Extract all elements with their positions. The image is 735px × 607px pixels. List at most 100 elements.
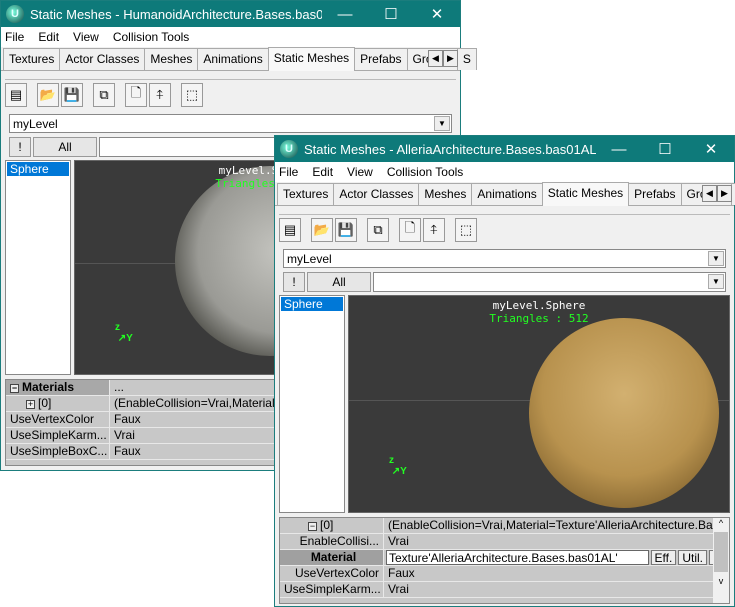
menu-file[interactable]: File xyxy=(279,165,298,179)
browser-button[interactable]: ▤ xyxy=(5,83,27,107)
menu-edit[interactable]: Edit xyxy=(312,165,333,179)
save-icon: 💾 xyxy=(337,222,355,237)
property-row[interactable]: UseVertexColor Faux xyxy=(280,566,729,582)
filter-bang-button[interactable]: ! xyxy=(283,272,305,292)
expand-icon[interactable]: − xyxy=(10,384,19,393)
menu-bar: File Edit View Collision Tools xyxy=(1,27,460,47)
list-item[interactable]: Sphere xyxy=(7,162,69,176)
prop-key: [0] xyxy=(38,396,52,410)
menu-collision-tools[interactable]: Collision Tools xyxy=(387,165,463,179)
chevron-down-icon[interactable]: ▼ xyxy=(434,116,450,131)
tab-scroll-left-icon[interactable]: ◀ xyxy=(702,185,717,202)
package-dropdown[interactable]: myLevel ▼ xyxy=(283,249,726,268)
new-button[interactable]: 🗋 xyxy=(399,218,421,242)
import-icon: ⍏ xyxy=(156,87,164,102)
tab-scroll-right-icon[interactable]: ▶ xyxy=(443,50,458,67)
browser-icon: ▤ xyxy=(9,87,23,102)
save-button[interactable]: 💾 xyxy=(61,83,83,107)
open-folder-button[interactable]: 📂 xyxy=(311,218,333,242)
maximize-button[interactable]: ☐ xyxy=(368,5,414,23)
open-folder-icon: 📂 xyxy=(313,222,331,237)
close-button[interactable]: ✕ xyxy=(414,5,460,23)
unreal-logo-icon: U xyxy=(6,5,24,23)
window-alleria: U Static Meshes - AlleriaArchitecture.Ba… xyxy=(274,135,735,607)
filter-row: ! All ▼ xyxy=(283,272,726,292)
property-row[interactable]: UseSimpleKarm... Vrai xyxy=(280,582,729,598)
material-button-1[interactable]: Util. xyxy=(678,550,707,565)
filter-bang-button[interactable]: ! xyxy=(9,137,31,157)
title-bar[interactable]: U Static Meshes - AlleriaArchitecture.Ba… xyxy=(275,136,734,162)
tab-actor-classes[interactable]: Actor Classes xyxy=(333,183,420,205)
tab-s[interactable]: S xyxy=(456,48,477,70)
material-input[interactable]: Texture'AlleriaArchitecture.Bases.bas01A… xyxy=(386,550,649,565)
package-value: myLevel xyxy=(287,251,332,266)
menu-view[interactable]: View xyxy=(347,165,373,179)
minimize-button[interactable]: — xyxy=(322,6,368,23)
viewport-triangles: Triangles : 512 xyxy=(489,312,589,325)
filter-all-button[interactable]: All xyxy=(33,137,97,157)
cube-button[interactable]: ⬚ xyxy=(455,218,477,242)
new-button[interactable]: 🗋 xyxy=(125,83,147,107)
tab-animations[interactable]: Animations xyxy=(471,183,543,205)
copy-button[interactable]: ⧉ xyxy=(367,218,389,242)
chevron-down-icon[interactable]: ▼ xyxy=(708,274,724,289)
copy-button[interactable]: ⧉ xyxy=(93,83,115,107)
group-dropdown[interactable]: ▼ xyxy=(373,272,726,292)
cube-icon: ⬚ xyxy=(459,222,473,237)
tab-actor-classes[interactable]: Actor Classes xyxy=(59,48,146,70)
minimize-button[interactable]: — xyxy=(596,141,642,158)
prop-key: UseSimpleKarm... xyxy=(10,428,107,442)
toolbar: ▤ 📂 💾 ⧉ 🗋 ⍏ ⬚ xyxy=(1,80,460,110)
menu-edit[interactable]: Edit xyxy=(38,30,59,44)
import-icon: ⍏ xyxy=(430,222,438,237)
maximize-button[interactable]: ☐ xyxy=(642,140,688,158)
list-item[interactable]: Sphere xyxy=(281,297,343,311)
mesh-list[interactable]: Sphere xyxy=(279,295,345,513)
package-dropdown[interactable]: myLevel ▼ xyxy=(9,114,452,133)
new-icon: 🗋 xyxy=(404,220,416,235)
tab-prefabs[interactable]: Prefabs xyxy=(354,48,408,70)
open-folder-button[interactable]: 📂 xyxy=(37,83,59,107)
import-button[interactable]: ⍏ xyxy=(423,218,445,242)
tab-textures[interactable]: Textures xyxy=(3,48,61,70)
save-button[interactable]: 💾 xyxy=(335,218,357,242)
prop-key: Material xyxy=(310,550,357,564)
material-button-0[interactable]: Eff. xyxy=(650,550,677,565)
tab-static-meshes[interactable]: Static Meshes xyxy=(541,182,630,206)
properties-grid: − [0] (EnableCollision=Vrai,Material=Textu… xyxy=(279,517,730,604)
tab-textures[interactable]: Textures xyxy=(277,183,335,205)
package-value: myLevel xyxy=(13,116,58,131)
expand-icon[interactable]: + xyxy=(26,400,35,409)
browser-button[interactable]: ▤ xyxy=(279,218,301,242)
prop-value[interactable]: (EnableCollision=Vrai,Material=Texture'A… xyxy=(384,518,729,533)
close-button[interactable]: ✕ xyxy=(688,140,734,158)
property-row[interactable]: EnableCollisi... Vrai xyxy=(280,534,729,550)
property-row[interactable]: Material Texture'AlleriaArchitecture.Base… xyxy=(280,550,729,566)
prop-value[interactable]: Vrai xyxy=(384,582,729,597)
prop-value[interactable]: Vrai xyxy=(384,534,729,549)
tab-static-meshes[interactable]: Static Meshes xyxy=(267,47,356,71)
menu-file[interactable]: File xyxy=(5,30,24,44)
prop-key: UseVertexColor xyxy=(10,412,95,426)
tab-animations[interactable]: Animations xyxy=(197,48,269,70)
properties-scrollbar[interactable]: ^ v xyxy=(713,518,729,603)
mesh-list[interactable]: Sphere xyxy=(5,160,71,375)
property-row[interactable]: − [0] (EnableCollision=Vrai,Material=Textu… xyxy=(280,518,729,534)
tab-meshes[interactable]: Meshes xyxy=(144,48,199,70)
mesh-viewport[interactable]: myLevel.Sphere Triangles : 512 z ↗Y xyxy=(348,295,730,513)
filter-all-button[interactable]: All xyxy=(307,272,371,292)
prop-value[interactable]: Faux xyxy=(384,566,729,581)
cube-button[interactable]: ⬚ xyxy=(181,83,203,107)
tab-meshes[interactable]: Meshes xyxy=(418,183,473,205)
import-button[interactable]: ⍏ xyxy=(149,83,171,107)
window-title: Static Meshes - AlleriaArchitecture.Base… xyxy=(304,141,596,157)
tab-scroll-right-icon[interactable]: ▶ xyxy=(717,185,732,202)
menu-collision-tools[interactable]: Collision Tools xyxy=(113,30,189,44)
tab-prefabs[interactable]: Prefabs xyxy=(628,183,682,205)
chevron-down-icon[interactable]: ▼ xyxy=(708,251,724,266)
prop-key: UseVertexColor xyxy=(294,566,379,580)
menu-view[interactable]: View xyxy=(73,30,99,44)
expand-icon[interactable]: − xyxy=(308,522,317,531)
tab-scroll-left-icon[interactable]: ◀ xyxy=(428,50,443,67)
title-bar[interactable]: U Static Meshes - HumanoidArchitecture.B… xyxy=(1,1,460,27)
